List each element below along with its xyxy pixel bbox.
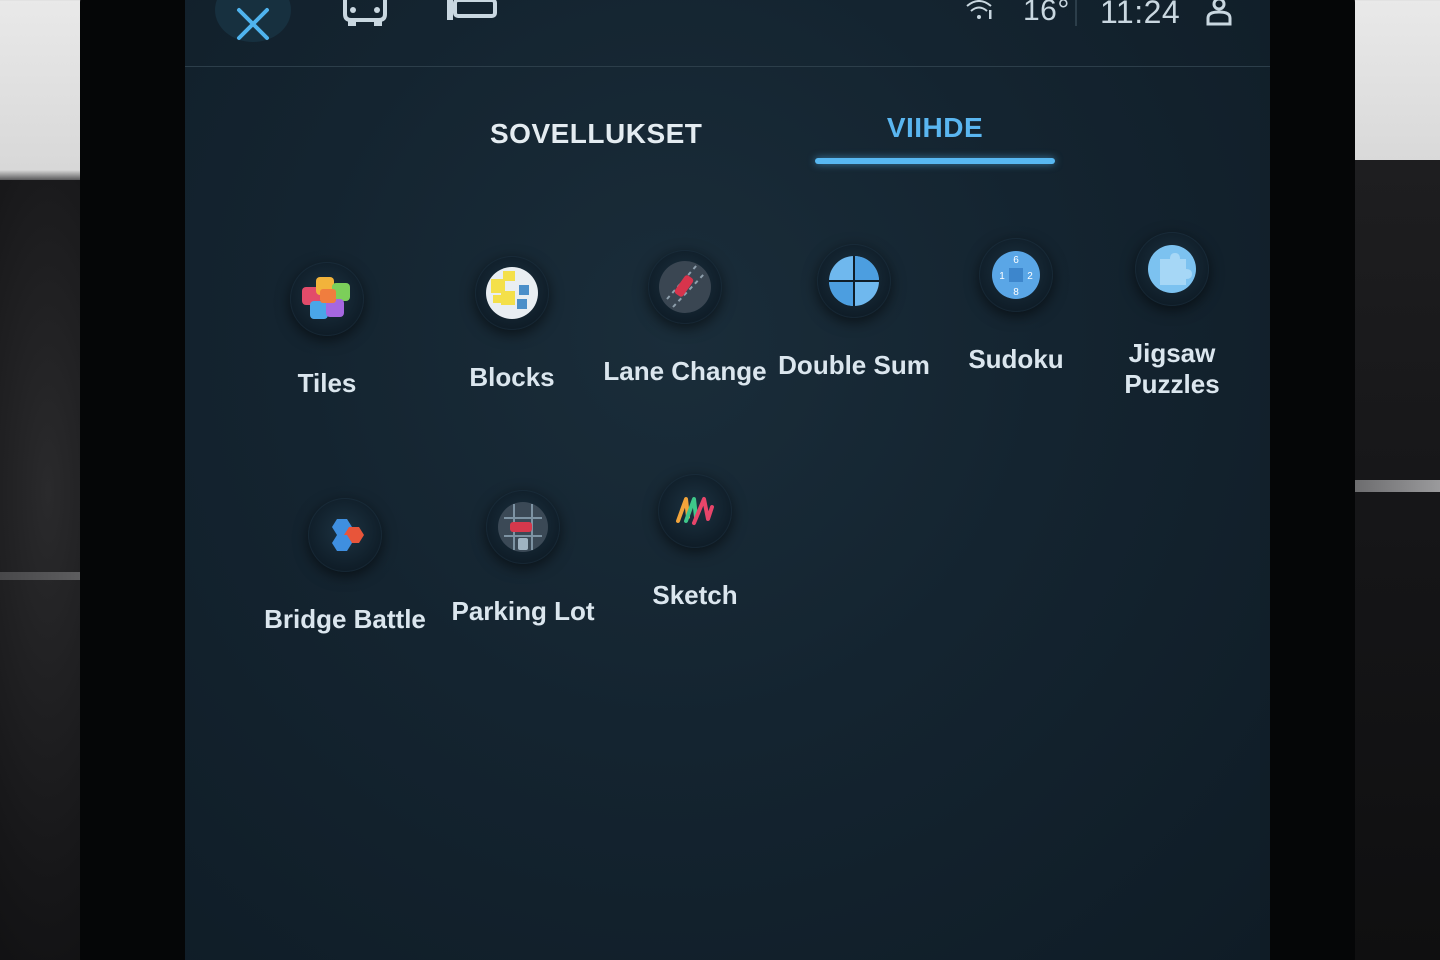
app-sketch[interactable]: Sketch [605,474,785,611]
double-sum-icon [817,244,891,318]
sketch-icon [658,474,732,548]
app-lane-change[interactable]: Lane Change [595,250,775,387]
bridge-battle-icon [308,498,382,572]
status-divider [1075,0,1077,26]
tab-apps[interactable]: SOVELLUKSET [490,118,702,150]
sudoku-icon: 6 1 2 8 [979,238,1053,312]
tab-entertainment[interactable]: VIIHDE [835,112,1035,144]
app-label: Parking Lot [451,596,595,626]
app-jigsaw-puzzles[interactable]: Jigsaw Puzzles [1082,232,1262,400]
app-sudoku[interactable]: 6 1 2 8 Sudoku [926,238,1106,375]
app-label: Blocks [469,362,555,392]
status-bar: 16° 11:24 [185,0,1270,67]
lane-change-icon [648,250,722,324]
app-label: Double Sum [778,350,930,380]
app-label: Bridge Battle [264,604,426,634]
svg-text:2: 2 [1027,271,1033,282]
svg-text:1: 1 [999,271,1005,282]
app-blocks[interactable]: Blocks [422,256,602,393]
active-tab-indicator [815,158,1055,164]
svg-text:6: 6 [1013,255,1019,266]
blocks-icon [475,256,549,330]
close-icon [237,8,269,40]
temperature-readout: 16° [1023,0,1070,27]
seat-icon[interactable] [445,0,499,22]
jigsaw-icon [1135,232,1209,306]
app-label: Sudoku [968,344,1064,374]
app-label: Lane Change [603,356,767,386]
profile-icon[interactable] [1205,0,1233,26]
svg-text:8: 8 [1013,287,1019,298]
app-parking-lot[interactable]: Parking Lot [433,490,613,627]
infotainment-screen: 16° 11:24 SOVELLUKSET VIIHDE Tiles Block… [185,0,1270,960]
app-label: Jigsaw Puzzles [1124,338,1220,399]
clock: 11:24 [1100,0,1181,30]
app-tiles[interactable]: Tiles [237,262,417,399]
parking-lot-icon [486,490,560,564]
close-button[interactable] [215,0,291,42]
car-icon[interactable] [340,0,390,26]
app-label: Tiles [297,368,357,398]
app-double-sum[interactable]: Double Sum [764,244,944,381]
tiles-icon [290,262,364,336]
app-label: Sketch [652,580,738,610]
app-bridge-battle[interactable]: Bridge Battle [255,498,435,635]
wifi-info-icon [966,0,992,19]
